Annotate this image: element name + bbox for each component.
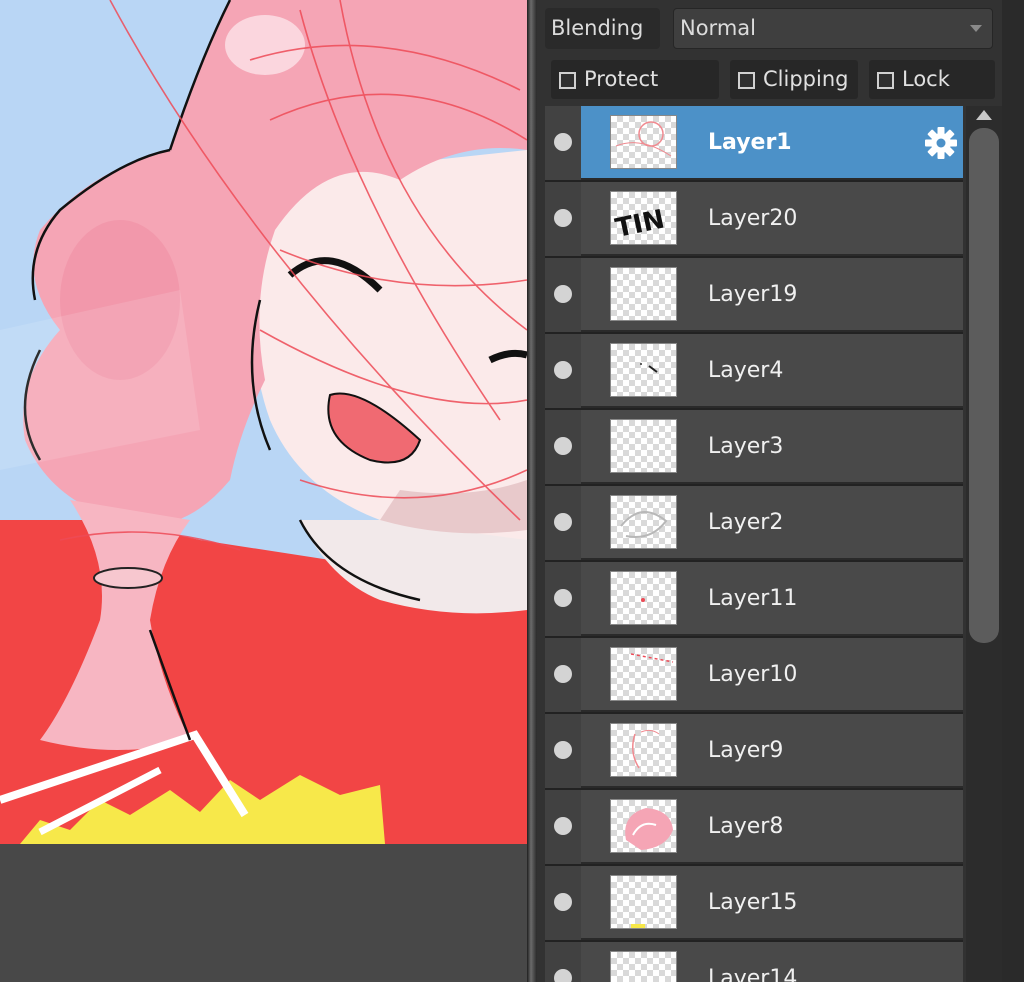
- layer-list-scrollbar[interactable]: [966, 106, 1002, 982]
- eye-dot-icon: [554, 361, 572, 379]
- panel-splitter[interactable]: [527, 0, 537, 982]
- layer-name: Layer14: [708, 966, 798, 982]
- layer-thumbnail: [610, 799, 677, 853]
- protect-alpha-checkbox[interactable]: Protect Alpha: [551, 60, 719, 130]
- scroll-thumb[interactable]: [969, 128, 999, 643]
- layer-thumbnail: [610, 495, 677, 549]
- scroll-up-arrow-icon[interactable]: [976, 110, 992, 120]
- layer-row-layer14[interactable]: Layer14: [545, 942, 963, 982]
- checkbox-icon: [738, 72, 755, 89]
- layer-row-layer9[interactable]: Layer9: [545, 714, 963, 788]
- blending-mode-value: Normal: [680, 16, 756, 40]
- eye-dot-icon: [554, 969, 572, 982]
- clipping-label: Clipping: [763, 67, 849, 91]
- eye-dot-icon: [554, 437, 572, 455]
- visibility-toggle[interactable]: [545, 942, 581, 982]
- layer-panel: Blending Normal Protect Alpha Clipping L…: [537, 0, 1024, 982]
- chevron-down-icon: [970, 25, 982, 32]
- layer-list: Layer1 TIN Layer20 Layer19 Layer4 Layer3…: [545, 106, 963, 982]
- eye-dot-icon: [554, 513, 572, 531]
- visibility-toggle[interactable]: [545, 638, 581, 712]
- visibility-toggle[interactable]: [545, 106, 581, 180]
- layer-thumbnail: [610, 875, 677, 929]
- checkbox-icon: [877, 72, 894, 89]
- layer-name: Layer1: [708, 130, 792, 155]
- layer-thumbnail: [610, 951, 677, 982]
- eye-dot-icon: [554, 285, 572, 303]
- visibility-toggle[interactable]: [545, 866, 581, 940]
- eye-dot-icon: [554, 817, 572, 835]
- gear-icon[interactable]: [923, 125, 959, 161]
- layer-name: Layer2: [708, 510, 784, 535]
- layer-row-layer4[interactable]: Layer4: [545, 334, 963, 408]
- layer-thumbnail: [610, 723, 677, 777]
- layer-row-layer8[interactable]: Layer8: [545, 790, 963, 864]
- layer-row-layer15[interactable]: Layer15: [545, 866, 963, 940]
- layer-row-layer10[interactable]: Layer10: [545, 638, 963, 712]
- layer-thumbnail: [610, 571, 677, 625]
- layer-name: Layer11: [708, 586, 798, 611]
- visibility-toggle[interactable]: [545, 182, 581, 256]
- visibility-toggle[interactable]: [545, 562, 581, 636]
- visibility-toggle[interactable]: [545, 790, 581, 864]
- layer-row-layer2[interactable]: Layer2: [545, 486, 963, 560]
- blending-mode-select[interactable]: Normal: [673, 8, 993, 49]
- layer-thumbnail: [610, 343, 677, 397]
- thumbnail-text: TIN: [613, 204, 667, 244]
- layer-thumbnail: TIN: [610, 191, 677, 245]
- layer-row-layer3[interactable]: Layer3: [545, 410, 963, 484]
- layer-row-layer11[interactable]: Layer11: [545, 562, 963, 636]
- layer-name: Layer20: [708, 206, 798, 231]
- checkbox-icon: [559, 72, 576, 89]
- layer-thumbnail: [610, 267, 677, 321]
- drawing-canvas[interactable]: [0, 0, 527, 844]
- canvas-background: [0, 844, 527, 982]
- layer-thumbnail: [610, 115, 677, 169]
- visibility-toggle[interactable]: [545, 410, 581, 484]
- visibility-toggle[interactable]: [545, 334, 581, 408]
- visibility-toggle[interactable]: [545, 486, 581, 560]
- lock-checkbox[interactable]: Lock: [869, 60, 995, 99]
- layer-name: Layer19: [708, 282, 798, 307]
- clipping-checkbox[interactable]: Clipping: [730, 60, 858, 99]
- layer-thumbnail: [610, 647, 677, 701]
- layer-name: Layer3: [708, 434, 784, 459]
- visibility-toggle[interactable]: [545, 258, 581, 332]
- layer-row-layer19[interactable]: Layer19: [545, 258, 963, 332]
- eye-dot-icon: [554, 741, 572, 759]
- eye-dot-icon: [554, 133, 572, 151]
- layer-name: Layer8: [708, 814, 784, 839]
- layer-name: Layer4: [708, 358, 784, 383]
- lock-label: Lock: [902, 67, 950, 91]
- panel-edge: [1002, 0, 1024, 982]
- eye-dot-icon: [554, 209, 572, 227]
- layer-row-layer1[interactable]: Layer1: [545, 106, 963, 180]
- layer-name: Layer10: [708, 662, 798, 687]
- layer-row-layer20[interactable]: TIN Layer20: [545, 182, 963, 256]
- layer-name: Layer15: [708, 890, 798, 915]
- layer-thumbnail: [610, 419, 677, 473]
- eye-dot-icon: [554, 665, 572, 683]
- blending-label: Blending: [545, 8, 660, 49]
- layer-name: Layer9: [708, 738, 784, 763]
- eye-dot-icon: [554, 893, 572, 911]
- artwork-illustration: [0, 0, 527, 844]
- visibility-toggle[interactable]: [545, 714, 581, 788]
- eye-dot-icon: [554, 589, 572, 607]
